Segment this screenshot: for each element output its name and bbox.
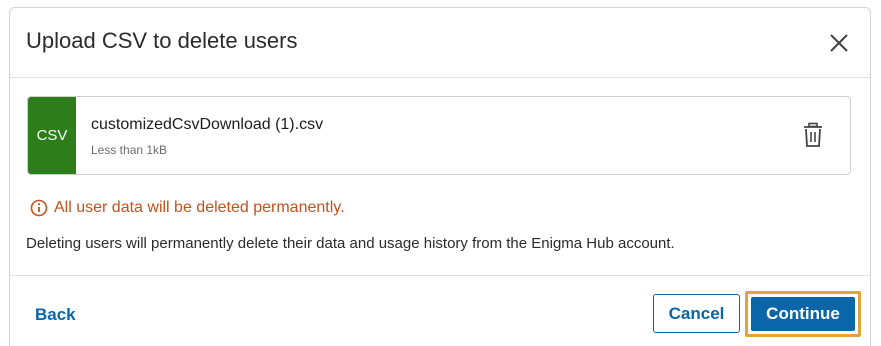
close-icon[interactable]: [826, 30, 852, 56]
info-text: Deleting users will permanently delete t…: [26, 235, 675, 252]
dialog-header: Upload CSV to delete users: [10, 8, 870, 78]
dialog-title: Upload CSV to delete users: [26, 28, 298, 53]
back-link[interactable]: Back: [35, 305, 76, 325]
upload-csv-dialog: Upload CSV to delete users CSV customize…: [9, 7, 871, 346]
uploaded-file-card: CSV customizedCsvDownload (1).csv Less t…: [27, 96, 851, 175]
continue-button[interactable]: Continue: [751, 297, 855, 331]
file-size: Less than 1kB: [91, 143, 168, 157]
csv-file-badge: CSV: [28, 97, 76, 174]
cancel-button[interactable]: Cancel: [653, 294, 740, 333]
warning-text: All user data will be deleted permanentl…: [54, 199, 345, 216]
footer-divider: [10, 275, 870, 276]
file-name: customizedCsvDownload (1).csv: [91, 116, 324, 133]
trash-icon[interactable]: [802, 122, 824, 148]
info-circle-icon: [30, 199, 48, 217]
warning-message: All user data will be deleted permanentl…: [30, 199, 345, 217]
